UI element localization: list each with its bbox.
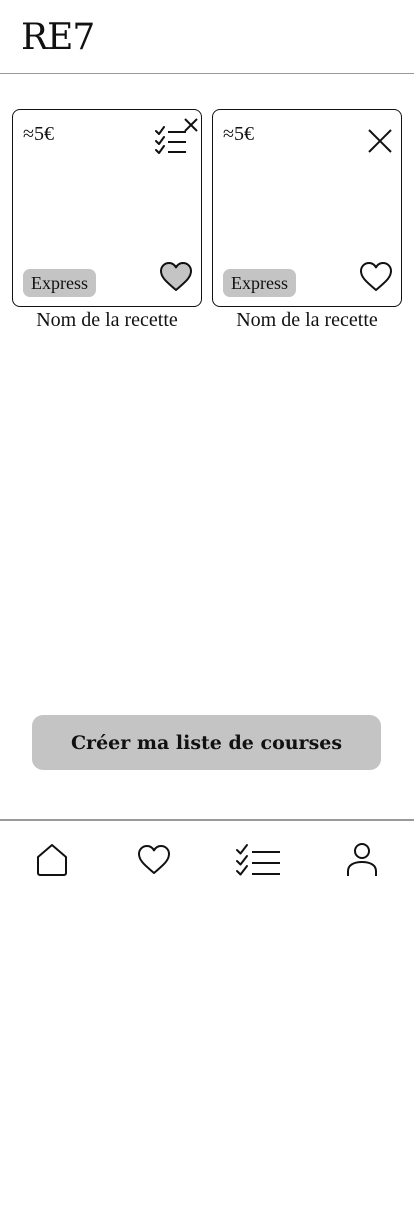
nav-home[interactable] xyxy=(24,835,80,885)
nav-favorites[interactable] xyxy=(126,835,182,885)
price-label: ≈5€ xyxy=(23,123,54,145)
heart-icon[interactable] xyxy=(359,261,393,293)
checklist-icon xyxy=(236,844,280,876)
close-icon[interactable] xyxy=(366,127,394,155)
recipe-card[interactable]: ≈5€ Express xyxy=(12,109,202,307)
express-tag: Express xyxy=(23,269,96,297)
recipe-name[interactable]: Nom de la recette xyxy=(12,308,202,332)
heart-icon xyxy=(138,845,170,874)
close-icon[interactable] xyxy=(183,117,199,133)
express-tag: Express xyxy=(223,269,296,297)
nav-shopping-list[interactable] xyxy=(230,835,286,885)
app-header: RE7 xyxy=(0,0,414,74)
home-icon xyxy=(37,844,67,876)
recipe-card[interactable]: ≈5€ Express xyxy=(212,109,402,307)
nav-profile[interactable] xyxy=(334,835,390,885)
bottom-nav xyxy=(0,819,414,899)
create-shopping-list-button[interactable]: Créer ma liste de courses xyxy=(32,715,381,770)
price-label: ≈5€ xyxy=(223,123,254,145)
heart-icon[interactable] xyxy=(159,261,193,293)
recipe-name[interactable]: Nom de la recette xyxy=(212,308,402,332)
profile-icon xyxy=(347,843,377,876)
app-logo: RE7 xyxy=(21,17,95,58)
